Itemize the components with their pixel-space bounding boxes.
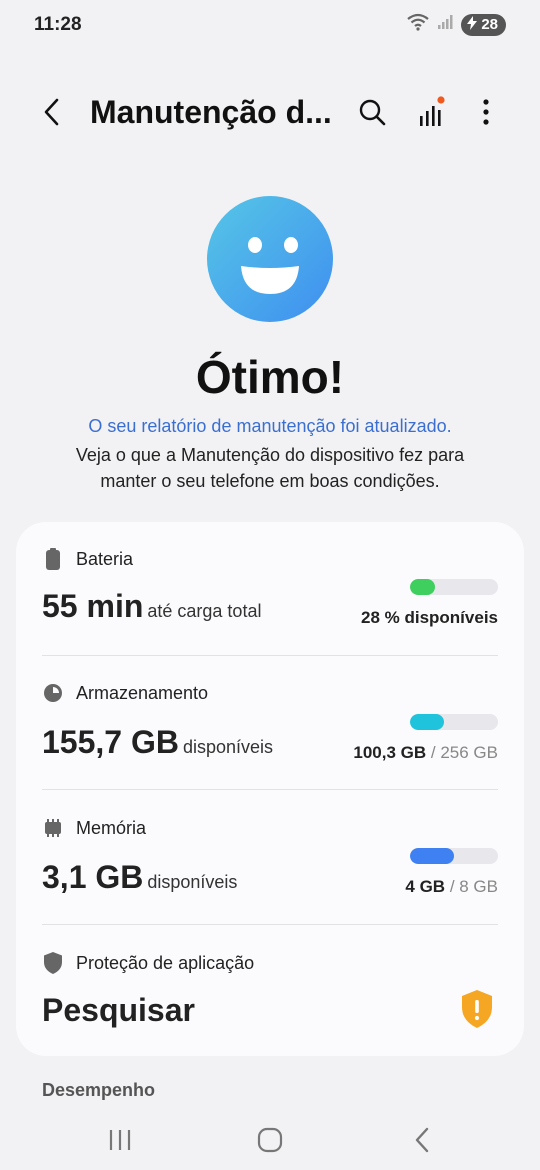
status-description: Veja o que a Manutenção do dispositivo f…	[75, 445, 465, 491]
report-link[interactable]: O seu relatório de manutenção foi atuali…	[0, 416, 540, 437]
app-protection-section[interactable]: Proteção de aplicação Pesquisar	[42, 952, 498, 1042]
home-button[interactable]	[248, 1118, 292, 1162]
battery-level-text: 28	[481, 16, 498, 33]
memory-label: Memória	[76, 817, 147, 838]
memory-total: / 8 GB	[449, 877, 498, 896]
recent-apps-icon	[109, 1130, 131, 1150]
storage-usage-text: 100,3 GB / 256 GB	[353, 743, 498, 763]
memory-chip-icon	[42, 817, 64, 839]
status-headline: Ótimo!	[195, 351, 345, 403]
memory-section[interactable]: Memória 3,1 GB disponíveis 4 GB / 8 GB	[42, 817, 498, 925]
performance-section-label: Desempenho	[42, 1080, 156, 1100]
battery-status-text: 28 % disponíveis	[361, 608, 498, 627]
storage-pie-icon	[42, 682, 64, 704]
status-time: 11:28	[34, 14, 82, 35]
battery-header: Bateria	[42, 548, 498, 570]
battery-progress-bar	[410, 579, 498, 595]
memory-progress-fill	[410, 848, 454, 864]
maintenance-card: Bateria 55 min até carga total 28 % dispo…	[16, 522, 524, 1056]
nav-back-button[interactable]	[400, 1118, 444, 1162]
search-icon	[359, 99, 386, 126]
storage-header: Armazenamento	[42, 682, 498, 704]
memory-header: Memória	[42, 817, 498, 839]
status-bar: 11:28 28	[0, 0, 540, 52]
page-title: Manutenção d...	[90, 94, 332, 130]
wifi-icon	[407, 13, 429, 36]
storage-section[interactable]: Armazenamento 155,7 GB disponíveis 100,3 …	[42, 682, 498, 790]
back-button[interactable]	[34, 94, 70, 130]
memory-unit: disponíveis	[147, 872, 238, 892]
storage-unit: disponíveis	[182, 737, 274, 757]
battery-time-remaining: 55 min até carga total	[42, 588, 261, 625]
battery-progress-fill	[410, 579, 435, 595]
battery-unit: até carga total	[147, 601, 262, 621]
storage-value: 155,7 GB	[42, 724, 179, 760]
app-protection-status: Pesquisar	[42, 992, 195, 1028]
storage-used: 100,3 GB	[353, 743, 427, 762]
app-bar: Manutenção d...	[0, 80, 540, 146]
status-icons: 28	[407, 13, 506, 36]
battery-icon	[42, 548, 64, 570]
divider	[42, 789, 498, 790]
chevron-left-icon	[44, 98, 59, 126]
memory-value: 3,1 GB	[42, 859, 144, 895]
storage-total: / 256 GB	[430, 743, 498, 762]
app-protection-label: Proteção de aplicação	[76, 952, 255, 973]
storage-progress-bar	[410, 714, 498, 730]
memory-usage-text: 4 GB / 8 GB	[405, 877, 498, 897]
divider	[42, 924, 498, 925]
storage-progress-fill	[410, 714, 445, 730]
divider	[42, 655, 498, 656]
battery-section[interactable]: Bateria 55 min até carga total 28 % dispo…	[42, 548, 498, 656]
recent-apps-button[interactable]	[98, 1118, 142, 1162]
memory-progress-bar	[410, 848, 498, 864]
home-icon	[257, 1127, 283, 1153]
stats-button[interactable]	[413, 94, 449, 130]
signal-icon	[437, 14, 453, 35]
battery-value: 55 min	[42, 588, 144, 624]
smiley-face-icon	[207, 196, 333, 322]
app-protection-header: Proteção de aplicação	[42, 952, 498, 974]
memory-available: 3,1 GB disponíveis	[42, 859, 237, 896]
more-options-button[interactable]	[468, 94, 504, 130]
navigation-bar	[0, 1108, 540, 1170]
search-button[interactable]	[354, 94, 390, 130]
battery-indicator: 28	[461, 13, 506, 36]
back-chevron-icon	[415, 1127, 429, 1153]
more-vertical-icon	[483, 99, 489, 125]
memory-used: 4 GB	[405, 877, 446, 896]
shield-icon	[42, 952, 64, 974]
storage-available: 155,7 GB disponíveis	[42, 724, 273, 761]
bar-chart-icon	[420, 96, 445, 126]
storage-label: Armazenamento	[76, 682, 209, 703]
warning-shield-icon[interactable]	[460, 989, 494, 1029]
charging-bolt-icon	[467, 15, 478, 34]
battery-label: Bateria	[76, 548, 134, 569]
